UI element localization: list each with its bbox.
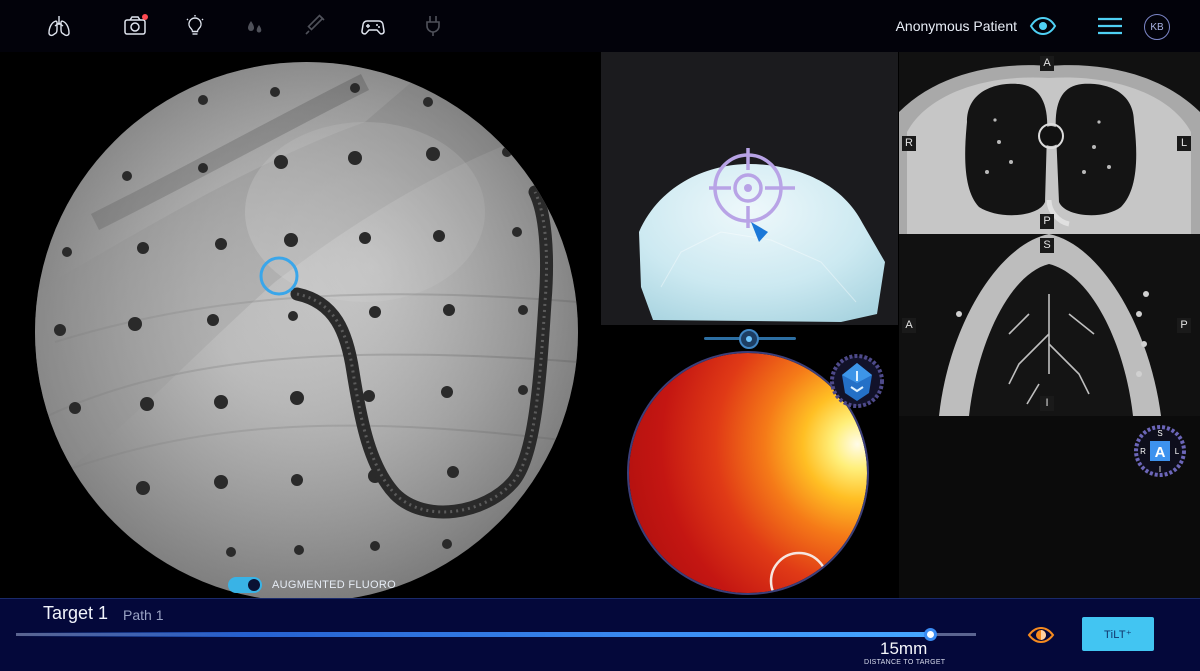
target-title[interactable]: Target 1 xyxy=(43,603,108,624)
distance-value: 15mm xyxy=(880,639,928,658)
patient-orientation-icon[interactable]: A S I R L xyxy=(1133,424,1187,478)
svg-text:R: R xyxy=(1140,447,1146,456)
toggle-switch[interactable] xyxy=(228,577,262,593)
augmented-fluoro-label: AUGMENTED FLUORO xyxy=(272,579,396,591)
avatar[interactable]: KB xyxy=(1144,14,1170,40)
svg-text:I: I xyxy=(1159,465,1161,474)
svg-text:A: A xyxy=(1155,444,1166,461)
coronal-lungs xyxy=(899,234,1200,416)
svg-text:L: L xyxy=(1175,447,1180,456)
menu-icon[interactable] xyxy=(1097,16,1123,36)
orientation-cube-icon[interactable] xyxy=(829,353,885,409)
svg-text:S: S xyxy=(1157,429,1162,438)
tilt-button[interactable]: TiLT⁺ xyxy=(1082,617,1154,651)
coronal-label-top: S xyxy=(1040,238,1054,253)
endoluminal-panel xyxy=(601,351,898,598)
ct-axial-view[interactable]: A P R L xyxy=(899,52,1200,234)
plug-icon[interactable] xyxy=(419,12,447,40)
progress-fill xyxy=(16,632,930,637)
axial-label-left: R xyxy=(902,136,916,151)
syringe-icon[interactable] xyxy=(301,12,329,40)
view-slider[interactable] xyxy=(601,325,898,353)
camera-icon[interactable] xyxy=(121,12,149,40)
axial-label-top: A xyxy=(1040,56,1054,71)
fluoroscopy-image[interactable] xyxy=(35,62,578,602)
notification-dot xyxy=(142,14,148,20)
fluoro-overlay xyxy=(35,62,578,602)
axial-lungs xyxy=(899,52,1200,234)
axial-label-right: L xyxy=(1177,136,1191,151)
slider-knob[interactable] xyxy=(739,329,759,349)
target-dome xyxy=(639,148,885,322)
distance-label: DISTANCE TO TARGET xyxy=(864,659,946,666)
navigation-bar: Target 1 Path 1 15mm DISTANCE TO TARGET … xyxy=(0,598,1200,671)
visibility-toggle-icon[interactable] xyxy=(1027,625,1055,645)
ct-coronal-view[interactable]: S I A P xyxy=(899,234,1200,416)
target-3d-view[interactable] xyxy=(601,52,898,325)
drops-icon[interactable] xyxy=(241,12,269,40)
axial-label-bottom: P xyxy=(1040,214,1054,229)
eye-icon[interactable] xyxy=(1029,15,1057,37)
coronal-label-right: P xyxy=(1177,318,1191,333)
gamepad-icon[interactable] xyxy=(359,12,387,40)
coronal-label-left: A xyxy=(902,318,916,333)
coronal-label-bottom: I xyxy=(1040,396,1054,411)
fluoro-panel: AUGMENTED FLUORO xyxy=(0,52,600,602)
patient-name: Anonymous Patient xyxy=(895,18,1017,34)
path-title[interactable]: Path 1 xyxy=(123,607,163,623)
top-bar: Anonymous Patient KB xyxy=(0,0,1200,52)
lightbulb-icon[interactable] xyxy=(181,12,209,40)
augmented-fluoro-toggle[interactable]: AUGMENTED FLUORO xyxy=(228,574,396,596)
lungs-icon[interactable] xyxy=(45,12,73,40)
